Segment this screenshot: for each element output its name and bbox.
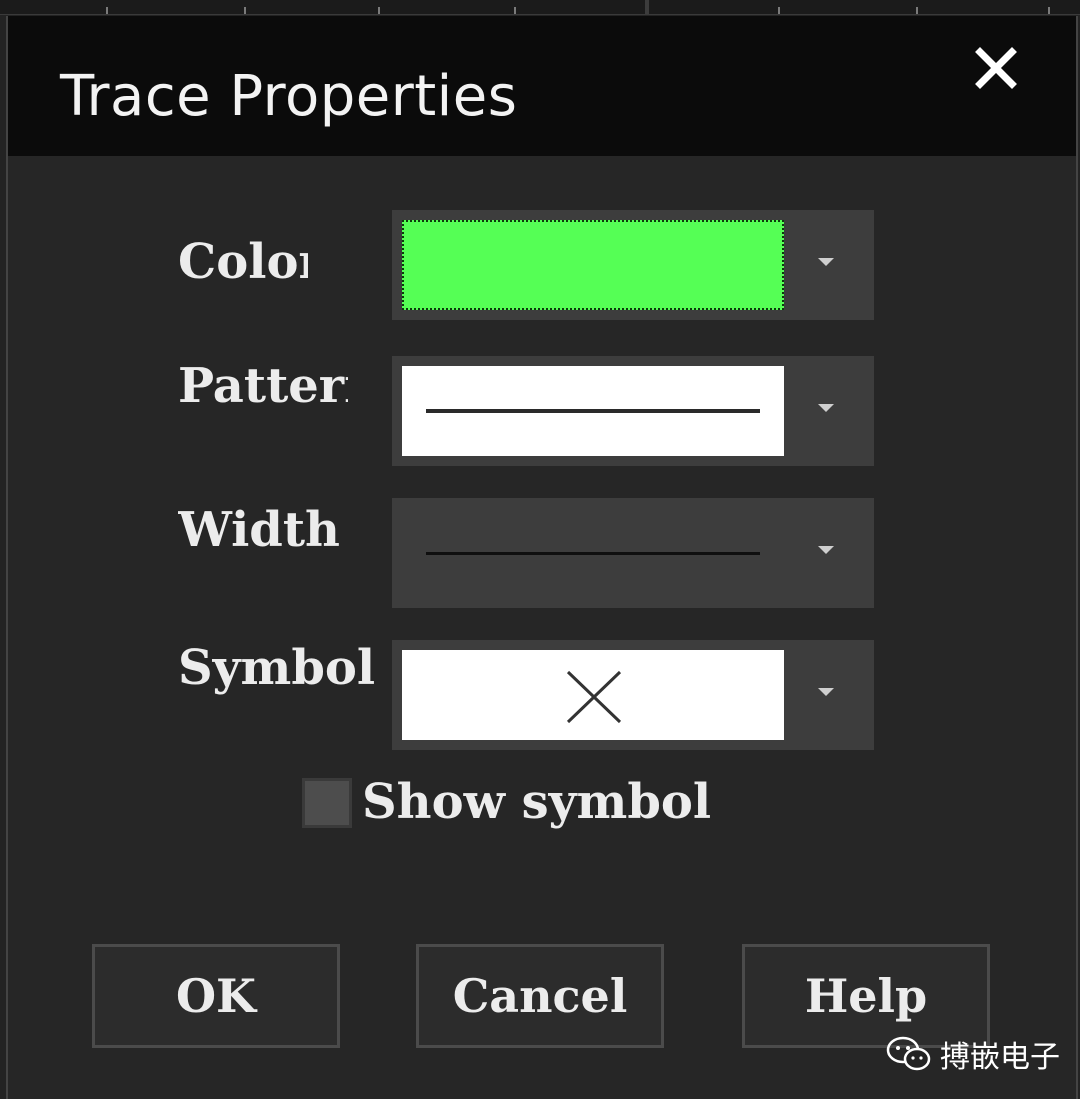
ruler-tick xyxy=(1048,7,1050,14)
ruler-tick xyxy=(106,7,108,14)
dialog-title: Trace Properties xyxy=(60,64,518,129)
title-bar: Trace Properties xyxy=(8,16,1076,156)
color-swatch xyxy=(402,220,784,310)
close-icon xyxy=(975,47,1017,89)
color-label: Color xyxy=(178,234,308,290)
pattern-label: Pattern xyxy=(178,358,348,414)
show-symbol-label[interactable]: Show symbol xyxy=(362,774,711,830)
watermark: 搏嵌电子 xyxy=(886,1032,1060,1076)
width-line-sample xyxy=(426,552,760,555)
show-symbol-checkbox[interactable] xyxy=(302,778,352,828)
background-ruler xyxy=(0,0,1080,15)
width-preview xyxy=(402,508,784,598)
solid-line-sample xyxy=(426,409,760,413)
chevron-down-icon xyxy=(818,258,834,266)
pattern-preview xyxy=(402,366,784,456)
ruler-tick xyxy=(378,7,380,14)
watermark-text: 搏嵌电子 xyxy=(940,1040,1060,1075)
chevron-down-icon xyxy=(818,404,834,412)
ruler-divider xyxy=(645,0,649,14)
trace-properties-dialog: Trace Properties Color Pattern Width Sym… xyxy=(6,16,1078,1099)
symbol-dropdown[interactable] xyxy=(392,640,874,750)
pattern-dropdown[interactable] xyxy=(392,356,874,466)
ruler-tick xyxy=(244,7,246,14)
symbol-preview xyxy=(402,650,784,740)
ok-button[interactable]: OK xyxy=(92,944,340,1048)
wechat-icon xyxy=(886,1036,931,1071)
ruler-tick xyxy=(514,7,516,14)
width-label: Width xyxy=(178,502,340,558)
ruler-tick xyxy=(778,7,780,14)
width-dropdown[interactable] xyxy=(392,498,874,608)
ruler-tick xyxy=(916,7,918,14)
symbol-label: Symbol xyxy=(178,640,376,696)
chevron-down-icon xyxy=(818,546,834,554)
cancel-button[interactable]: Cancel xyxy=(416,944,664,1048)
chevron-down-icon xyxy=(818,688,834,696)
x-symbol-icon xyxy=(566,670,622,724)
close-button[interactable] xyxy=(972,44,1020,92)
color-dropdown[interactable] xyxy=(392,210,874,320)
